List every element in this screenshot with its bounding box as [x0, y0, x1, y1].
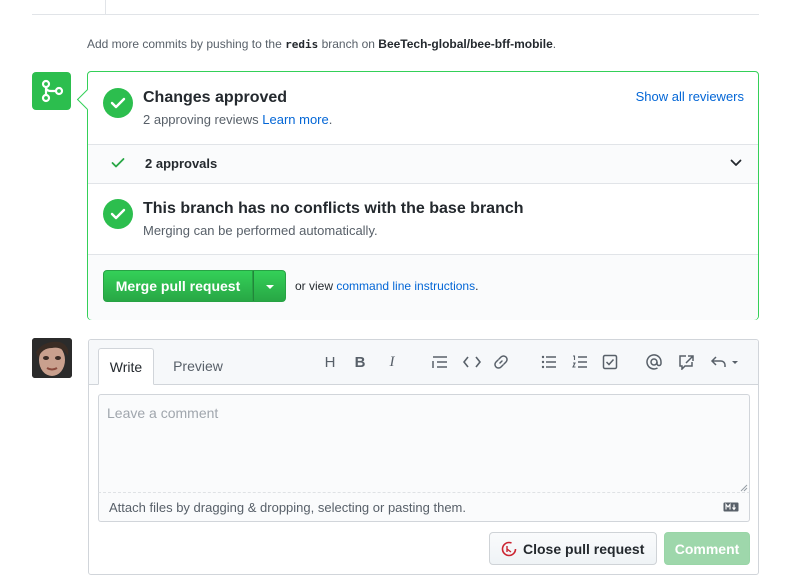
caret-down-icon: [266, 285, 274, 289]
merge-options-dropdown-button[interactable]: [253, 270, 286, 302]
repo-name: BeeTech-global/bee-bff-mobile: [378, 37, 553, 51]
close-pull-request-label: Close pull request: [523, 541, 645, 557]
check-icon: [111, 158, 125, 168]
timeline-connector: [105, 0, 106, 14]
merge-status-panel: Changes approved 2 approving reviews Lea…: [76, 71, 759, 320]
code-button[interactable]: [461, 351, 483, 373]
branch-name: redis: [285, 38, 319, 51]
merge-pull-request-button[interactable]: Merge pull request: [103, 270, 253, 302]
unordered-list-button[interactable]: [538, 351, 560, 373]
approved-check-icon: [103, 88, 133, 118]
timeline-divider: [32, 14, 759, 15]
no-conflicts-subtitle: Merging can be performed automatically.: [143, 223, 378, 238]
reply-icon: [710, 356, 738, 367]
link-button[interactable]: [490, 351, 512, 373]
resize-handle-icon[interactable]: [740, 484, 748, 492]
command-line-suffix: .: [475, 279, 479, 293]
file-attachment-bar[interactable]: Attach files by dragging & dropping, sel…: [98, 492, 750, 522]
italic-icon: I: [389, 353, 395, 370]
changes-approved-title: Changes approved: [143, 89, 288, 106]
numbered-list-icon: [572, 355, 587, 368]
saved-replies-button[interactable]: [709, 351, 741, 373]
tab-preview[interactable]: Preview: [162, 348, 234, 384]
comment-toolbar: Write Preview H B I: [89, 340, 758, 385]
show-all-reviewers-link[interactable]: Show all reviewers: [636, 89, 744, 104]
task-list-icon: [602, 354, 618, 370]
approvals-count-label: 2 approvals: [145, 156, 218, 171]
approving-reviews-text: 2 approving reviews Learn more.: [143, 112, 332, 127]
tab-write[interactable]: Write: [98, 348, 154, 385]
add-commits-note: Add more commits by pushing to the redis…: [87, 37, 556, 51]
link-icon: [494, 355, 508, 369]
comment-form: Write Preview H B I Leave a comment Atta…: [88, 339, 759, 575]
heading-button[interactable]: H: [319, 351, 341, 373]
quote-button[interactable]: [429, 351, 451, 373]
markdown-icon[interactable]: [723, 502, 739, 512]
mention-icon: [646, 354, 662, 370]
bold-icon: B: [354, 353, 366, 371]
approvals-toggle-row[interactable]: 2 approvals: [88, 144, 758, 184]
attach-files-text: Attach files by dragging & dropping, sel…: [109, 500, 466, 515]
avatar[interactable]: [32, 338, 72, 378]
comment-submit-button[interactable]: Comment: [664, 532, 750, 565]
approving-reviews-period: .: [328, 112, 333, 127]
task-list-button[interactable]: [599, 351, 621, 373]
comment-textarea[interactable]: [98, 394, 750, 492]
bullet-list-icon: [541, 355, 556, 369]
command-line-prefix: or view: [295, 279, 334, 293]
no-conflicts-title: This branch has no conflicts with the ba…: [143, 200, 524, 217]
bold-button[interactable]: B: [349, 351, 371, 373]
commit-note-prefix: Add more commits by pushing to the: [87, 37, 282, 51]
commit-note-suffix: .: [552, 37, 557, 51]
ordered-list-button[interactable]: [569, 351, 591, 373]
italic-button[interactable]: I: [381, 351, 403, 373]
commit-note-middle: branch on: [321, 37, 375, 51]
panel-caret: [76, 88, 99, 111]
command-line-note: or view command line instructions.: [295, 279, 478, 293]
git-branch-icon: [32, 72, 71, 110]
reference-button[interactable]: [675, 351, 697, 373]
heading-icon: H: [324, 353, 336, 371]
quote-icon: [432, 356, 447, 368]
learn-more-link[interactable]: Learn more: [262, 112, 328, 127]
chevron-down-icon[interactable]: [730, 159, 742, 167]
cross-reference-icon: [679, 355, 694, 370]
code-icon: [463, 356, 481, 368]
mention-button[interactable]: [643, 351, 665, 373]
no-conflicts-check-icon: [103, 199, 133, 229]
merge-action-row: Merge pull request or view command line …: [88, 254, 758, 320]
close-pull-request-button[interactable]: Close pull request: [489, 532, 657, 565]
approving-reviews-count: 2 approving reviews: [143, 112, 259, 127]
git-pull-request-closed-icon: [501, 541, 517, 557]
command-line-instructions-link[interactable]: command line instructions: [336, 279, 475, 293]
